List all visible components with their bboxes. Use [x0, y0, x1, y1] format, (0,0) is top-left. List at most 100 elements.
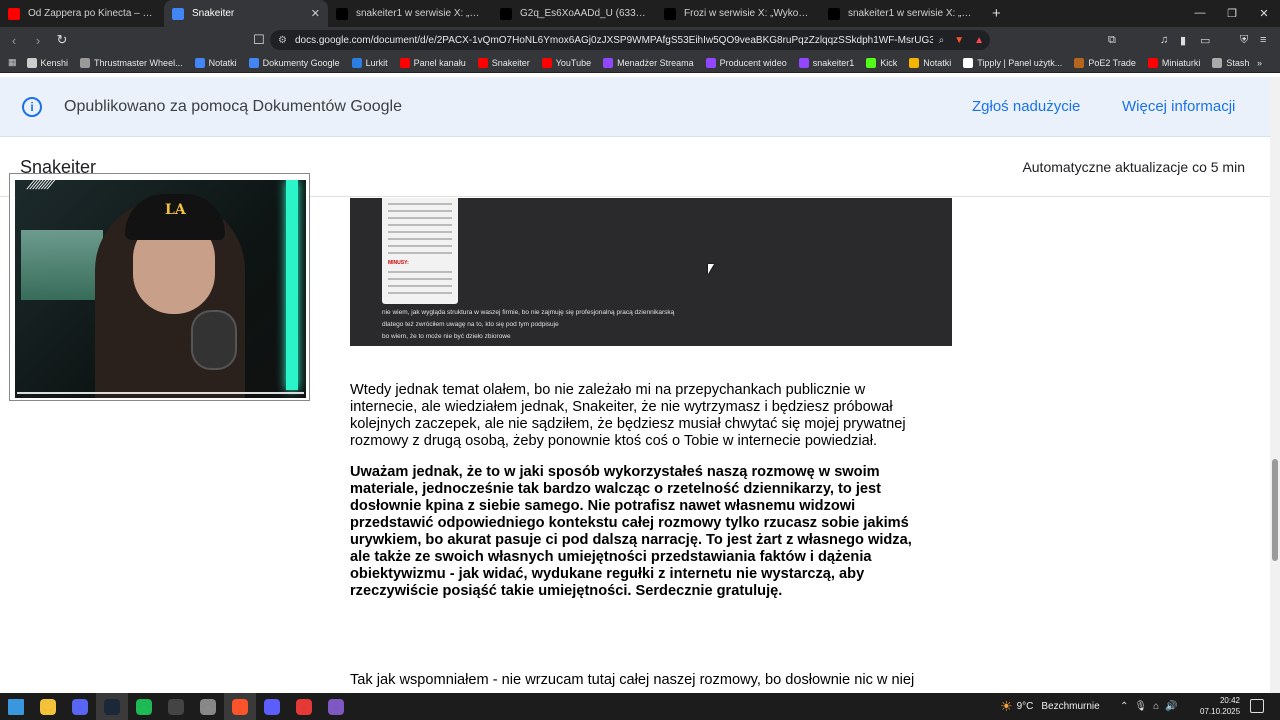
- paragraph-2: Uważam jednak, że to w jaki sposób wykor…: [350, 464, 912, 599]
- youtube-icon: [8, 7, 20, 20]
- taskbar-app[interactable]: [0, 693, 32, 720]
- tab-1[interactable]: Snakeiter ✕: [164, 0, 328, 27]
- close-tab-icon[interactable]: ✕: [311, 7, 320, 20]
- bookmark-icon: [351, 57, 362, 68]
- forward-icon[interactable]: ›: [28, 33, 48, 48]
- bookmark-icon: [1074, 57, 1085, 68]
- brave-icon: [232, 698, 248, 715]
- bookmark-item[interactable]: Tipply | Panel użytk...: [963, 57, 1062, 68]
- taskbar-app[interactable]: [64, 693, 96, 720]
- bookmark-item[interactable]: YouTube: [541, 57, 591, 68]
- apps-grid-icon[interactable]: ▦: [8, 57, 17, 68]
- embedded-caption-3: bo wiem, że to może nie być dzieło zbior…: [382, 333, 511, 340]
- auto-update-text: Automatyczne aktualizacje co 5 min: [1022, 159, 1245, 175]
- mic-icon[interactable]: 🎙: [1134, 701, 1147, 712]
- bookmark-label: Stash: [1226, 57, 1250, 68]
- wallet-icon[interactable]: ▭: [1200, 34, 1210, 47]
- taskbar-app[interactable]: [320, 693, 352, 720]
- scrollbar[interactable]: [1270, 77, 1280, 693]
- x-icon: [500, 7, 512, 20]
- zoom-icon[interactable]: ⌕: [939, 35, 945, 46]
- site-info-icon[interactable]: ⚙: [278, 35, 287, 46]
- taskbar-app[interactable]: [128, 693, 160, 720]
- tab-5[interactable]: snakeiter1 w serwisie X: „@FroozyyP: [820, 0, 984, 27]
- bookmark-item[interactable]: Notatki: [909, 57, 951, 68]
- menu-icon[interactable]: ≡: [1260, 34, 1266, 46]
- bookmark-item[interactable]: Notatki: [194, 57, 237, 68]
- app-icon: [264, 698, 280, 715]
- reload-icon[interactable]: ↻: [52, 32, 72, 48]
- sidebar-icon[interactable]: ▮: [1180, 34, 1186, 47]
- date: 07.10.2025: [1200, 707, 1241, 716]
- toolbar: ‹ › ↻ ☐ ⚙ docs.google.com/document/d/e/2…: [0, 27, 1280, 53]
- brave-rewards-icon[interactable]: ▲: [974, 35, 984, 46]
- bookmark-item[interactable]: Panel kanału: [399, 57, 466, 68]
- published-text: Opublikowano za pomocą Dokumentów Google: [64, 97, 402, 115]
- bookmark-item[interactable]: Miniaturki: [1147, 57, 1200, 68]
- scrollbar-thumb[interactable]: [1272, 459, 1278, 561]
- tab-strip: Od Zappera po Kinecta – WZLOTY i UPADKI S…: [0, 0, 1280, 27]
- more-info-link[interactable]: Więcej informacji: [1122, 98, 1235, 115]
- bookmark-icon: [477, 57, 488, 68]
- app-icon: [296, 698, 312, 715]
- bookmark-label: snakeiter1: [812, 57, 855, 68]
- bookmark-item[interactable]: Producent wideo: [705, 57, 787, 68]
- bookmark-icon: [26, 57, 37, 68]
- taskbar-app[interactable]: [288, 693, 320, 720]
- new-tab-button[interactable]: +: [992, 5, 1001, 22]
- weather-widget[interactable]: ☀ 9°C Bezchmurnie: [1000, 693, 1100, 720]
- tray-chevron-icon[interactable]: ⌃: [1120, 701, 1128, 712]
- steam-icon: [104, 698, 120, 715]
- network-icon[interactable]: ⌂: [1153, 701, 1159, 712]
- obs-icon: [168, 698, 184, 715]
- x-icon: [828, 7, 840, 20]
- embedded-image: MINUSY: nie wiem, jak wygląda struktura …: [350, 198, 952, 346]
- taskbar-app[interactable]: [160, 693, 192, 720]
- bookmark-icon: [909, 57, 920, 68]
- url-text[interactable]: docs.google.com/document/d/e/2PACX-1vQmO…: [295, 35, 933, 46]
- tab-2[interactable]: snakeiter1 w serwisie X: „Frozi, o co ch…: [328, 0, 492, 27]
- x-icon: [336, 7, 348, 20]
- taskbar-app[interactable]: [224, 693, 256, 720]
- tab-3[interactable]: G2q_Es6XoAADd_U (633×507): [492, 0, 656, 27]
- taskbar-app[interactable]: [32, 693, 64, 720]
- taskbar-app[interactable]: [192, 693, 224, 720]
- bookmark-item[interactable]: Snakeiter: [477, 57, 530, 68]
- bookmark-item[interactable]: Kick: [866, 57, 898, 68]
- restore-button[interactable]: ❐: [1216, 7, 1248, 20]
- bookmark-item[interactable]: Lurkit: [351, 57, 388, 68]
- bookmark-item[interactable]: Menadżer Streama: [603, 57, 694, 68]
- bookmark-item[interactable]: Dokumenty Google: [248, 57, 340, 68]
- bookmark-item[interactable]: PoE2 Trade: [1074, 57, 1136, 68]
- extensions-icon[interactable]: ⧉: [1108, 34, 1116, 47]
- close-window-button[interactable]: ✕: [1248, 7, 1280, 20]
- brave-shield-icon[interactable]: ▼: [954, 35, 964, 46]
- cap-logo: LA: [165, 202, 186, 218]
- bookmark-item[interactable]: Kenshi: [26, 57, 68, 68]
- bookmarks-overflow-icon[interactable]: »: [1257, 58, 1262, 68]
- bookmark-item[interactable]: Thrustmaster Wheel...: [80, 57, 183, 68]
- bookmark-icon: [399, 57, 410, 68]
- minimize-button[interactable]: —: [1184, 7, 1216, 20]
- bookmark-icon[interactable]: ☐: [249, 32, 269, 48]
- tab-title: snakeiter1 w serwisie X: „@FroozyyP: [848, 8, 976, 19]
- paragraph-3: Tak jak wspomniałem - nie wrzucam tutaj …: [350, 672, 915, 688]
- volume-icon[interactable]: 🔊: [1165, 701, 1177, 712]
- taskbar-app[interactable]: [96, 693, 128, 720]
- bookmark-label: Kick: [880, 57, 898, 68]
- tab-4[interactable]: Frozi w serwisie X: „Wykop, kiedy okazał…: [656, 0, 820, 27]
- vpn-icon[interactable]: ⛨: [1240, 34, 1248, 47]
- bookmark-item[interactable]: Stash: [1212, 57, 1250, 68]
- bookmark-icon: [248, 57, 259, 68]
- taskbar-app[interactable]: [256, 693, 288, 720]
- report-abuse-link[interactable]: Zgłoś nadużycie: [972, 98, 1080, 115]
- notification-icon[interactable]: [1250, 699, 1264, 713]
- bookmark-icon: [705, 57, 716, 68]
- media-icon[interactable]: ♫: [1160, 34, 1168, 46]
- discord-icon: [72, 698, 88, 715]
- address-bar[interactable]: ⚙ docs.google.com/document/d/e/2PACX-1vQ…: [270, 30, 990, 50]
- tab-0[interactable]: Od Zappera po Kinecta – WZLOTY i UPADKI: [0, 0, 164, 27]
- bookmark-item[interactable]: snakeiter1: [798, 57, 855, 68]
- back-icon[interactable]: ‹: [4, 33, 24, 48]
- clock[interactable]: 20:42 07.10.2025: [1200, 695, 1240, 717]
